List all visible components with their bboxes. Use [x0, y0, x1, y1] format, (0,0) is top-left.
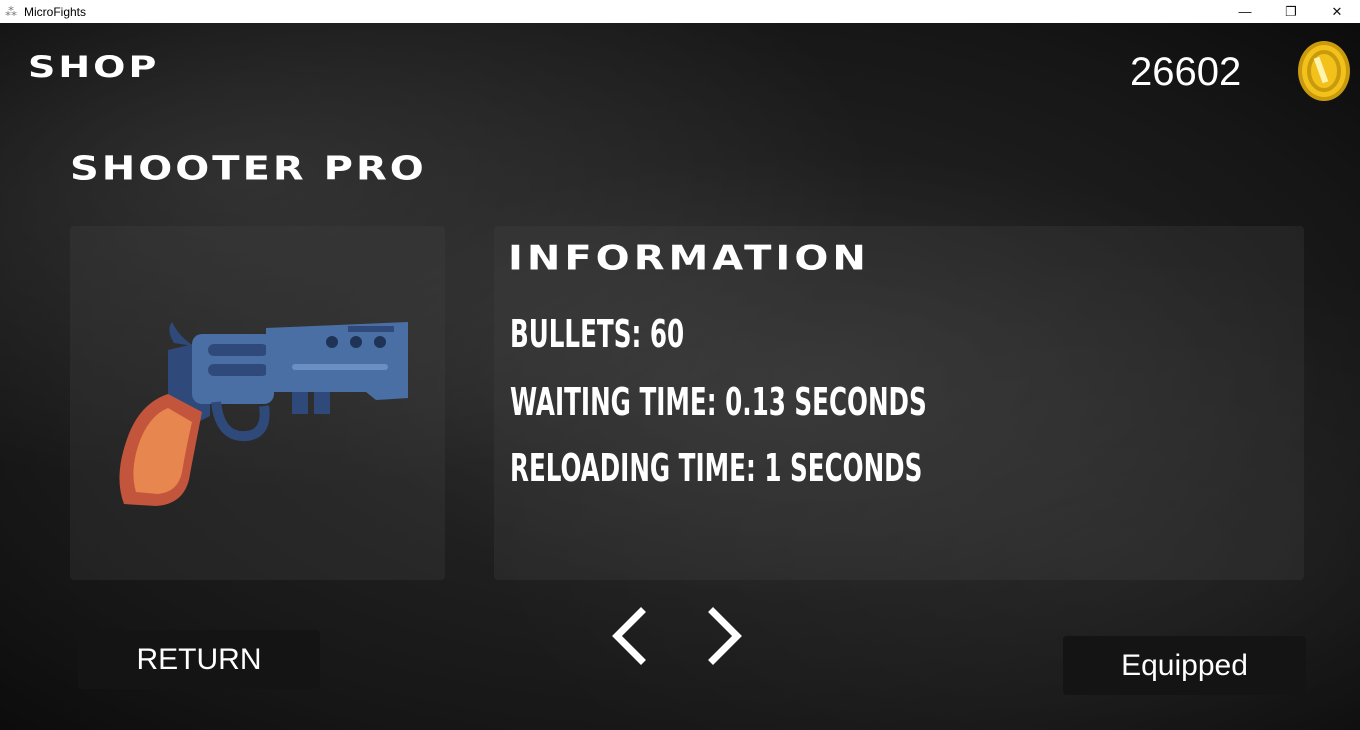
- window-titlebar: ⁂ MicroFights — ❐ ✕: [0, 0, 1360, 24]
- revolver-icon: [119, 322, 408, 506]
- chevron-right-icon[interactable]: [705, 606, 745, 666]
- stat-waiting-time: WAITING TIME: 0.13 SECONDS: [510, 380, 927, 424]
- coin-balance: 26602: [1130, 50, 1242, 94]
- return-button[interactable]: RETURN: [78, 630, 320, 689]
- information-panel: INFORMATION BULLETS: 60 WAITING TIME: 0.…: [494, 226, 1304, 580]
- coin-icon: [1298, 41, 1350, 101]
- window-controls: — ❐ ✕: [1222, 0, 1360, 23]
- stat-bullets: BULLETS: 60: [510, 312, 685, 356]
- chevron-left-icon[interactable]: [609, 606, 649, 666]
- minimize-button[interactable]: —: [1222, 0, 1268, 23]
- close-button[interactable]: ✕: [1314, 0, 1360, 23]
- window-title: MicroFights: [24, 4, 87, 19]
- equipped-button[interactable]: Equipped: [1063, 636, 1306, 695]
- restore-button[interactable]: ❐: [1268, 0, 1314, 23]
- weapon-preview-panel: [70, 226, 445, 580]
- app-icon: ⁂: [5, 4, 17, 19]
- shop-title: SHOP: [28, 49, 160, 85]
- stat-reloading-time: RELOADING TIME: 1 SECONDS: [510, 446, 923, 490]
- weapon-name: SHOOTER PRO: [70, 149, 427, 188]
- game-canvas: SHOP 26602 SHOOTER PRO INFORMATION BULLE…: [0, 23, 1360, 730]
- information-title: INFORMATION: [508, 238, 870, 278]
